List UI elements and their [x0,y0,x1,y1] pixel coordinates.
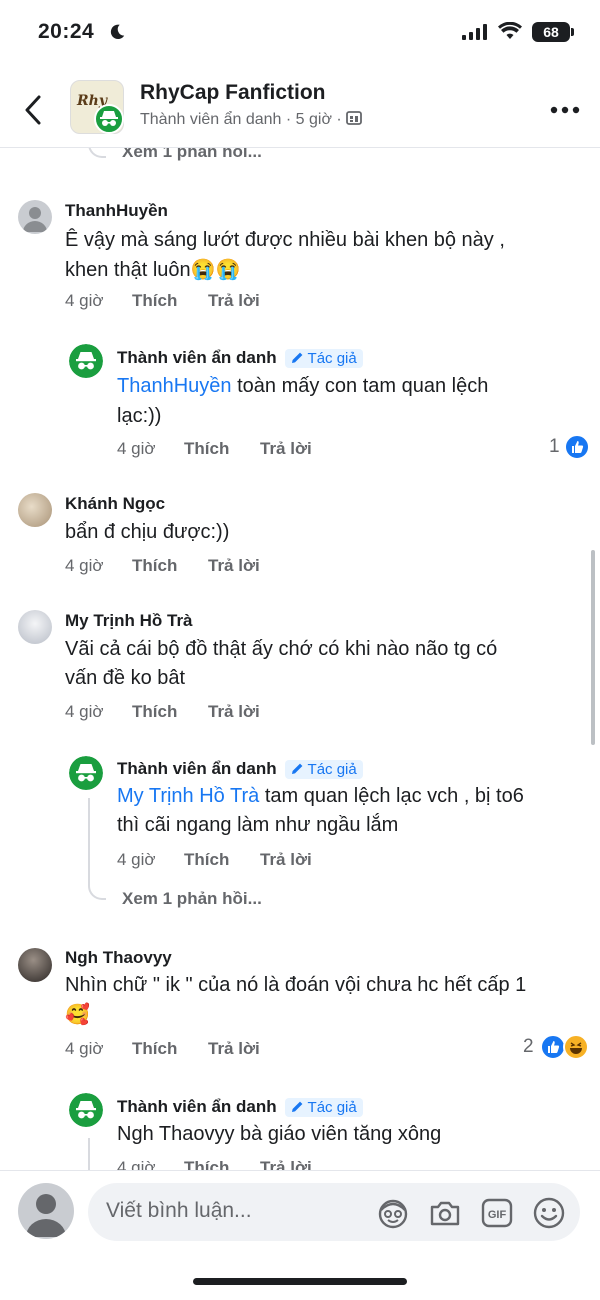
comment-time: 4 giờ [65,556,104,575]
reply-author[interactable]: Thành viên ẩn danh Tác giả [117,759,363,779]
default-avatar-icon [26,1194,66,1237]
like-button[interactable]: Thích [184,1158,260,1170]
reaction-count[interactable]: 1 [549,436,560,458]
comment-time: 4 giờ [117,850,156,869]
anonymous-member-icon [94,104,124,134]
reply-button[interactable]: Trả lời [208,556,260,576]
mention-link[interactable]: My Trịnh Hồ Trà [117,785,259,807]
back-arrow-icon[interactable] [22,94,44,126]
comments-list[interactable]: Xem 1 phản hồi... ThanhHuyền Ê vậy mà sá… [0,148,600,1170]
avatar[interactable] [18,493,52,527]
comment-text-line: Ê vậy mà sáng lướt được nhiều bài khen b… [65,229,505,251]
reply-actions: 4 giờ Thích Trả lời [117,439,312,459]
battery-indicator: 68 [532,22,574,42]
camera-icon[interactable] [428,1196,462,1230]
comment-text: bẩn đ chịu được:)) [65,521,230,543]
reply-author[interactable]: Thành viên ẩn danh Tác giả [117,1097,363,1117]
like-button[interactable]: Thích [184,439,260,459]
thread-line [88,1138,106,1170]
comment-time: 4 giờ [65,702,104,721]
comment-text-line: khen thật luôn😭😭 [65,259,241,281]
thread-line [88,798,106,900]
post-subtitle: Thành viên ẩn danh · 5 giờ · [140,111,363,129]
comment-time: 4 giờ [117,439,156,458]
view-more-replies[interactable]: Xem 1 phản hồi... [122,148,262,162]
avatar[interactable] [18,948,52,982]
my-avatar[interactable] [18,1183,74,1239]
emoji-icon[interactable] [532,1196,566,1230]
comment-text-line: Vãi cả cái bộ đồ thật ấy chớ có khi nào … [65,638,498,660]
reply-actions: 4 giờ Thích Trả lời [117,850,312,870]
mention-link[interactable]: ThanhHuyền [117,375,232,397]
avatar[interactable] [18,200,52,234]
status-time: 20:24 [38,20,95,43]
comment-actions: 4 giờ Thích Trả lời [65,291,260,311]
anonymous-member-icon[interactable] [69,344,103,378]
gif-icon[interactable]: GIF [480,1196,514,1230]
avatar-sticker-icon[interactable] [376,1196,410,1230]
reply-text-line: ThanhHuyền toàn mấy con tam quan lệch [117,375,489,397]
comment-time: 4 giờ [65,291,104,310]
signal-icon [462,24,487,40]
reply-button[interactable]: Trả lời [260,850,312,870]
comment-time: 4 giờ [65,1039,104,1058]
comment-author[interactable]: Khánh Ngọc [65,494,165,514]
author-badge: Tác giả [284,349,363,368]
author-badge: Tác giả [284,1098,363,1117]
anonymous-member-icon[interactable] [69,1093,103,1127]
like-button[interactable]: Thích [132,291,208,311]
more-options-icon[interactable] [550,106,580,114]
like-reaction-icon [564,434,590,460]
pencil-icon [291,763,303,774]
svg-text:GIF: GIF [488,1209,507,1221]
comment-time: 4 giờ [117,1158,156,1170]
reply-text-line: lạc:)) [117,405,162,427]
comment-actions: 4 giờ Thích Trả lời [65,1039,260,1059]
author-badge: Tác giả [284,760,363,779]
comment-actions: 4 giờ Thích Trả lời [65,556,260,576]
group-title[interactable]: RhyCap Fanfiction [140,81,326,105]
reply-text-line: My Trịnh Hồ Trà tam quan lệch lạc vch , … [117,785,524,807]
reply-button[interactable]: Trả lời [208,1039,260,1059]
home-indicator[interactable] [193,1278,407,1285]
reply-button[interactable]: Trả lời [260,439,312,459]
wifi-icon [498,22,522,39]
comment-author[interactable]: Ngh Thaovyy [65,948,172,968]
default-avatar-icon [23,207,47,232]
pencil-icon [291,352,303,363]
comment-text-line: 🥰 [65,1004,90,1026]
like-button[interactable]: Thích [184,850,260,870]
anonymous-member-icon[interactable] [69,756,103,790]
comment-actions: 4 giờ Thích Trả lời [65,702,260,722]
comment-author[interactable]: My Trịnh Hồ Trà [65,611,193,631]
thread-line [88,148,106,158]
like-button[interactable]: Thích [132,1039,208,1059]
reply-text-line: thì cãi ngang làm như ngầu lắm [117,814,399,836]
reply-actions: 4 giờ Thích Trả lời [117,1158,312,1170]
comment-text-line: Nhìn chữ " ik " của nó là đoán vội chưa … [65,974,527,996]
reply-button[interactable]: Trả lời [208,702,260,722]
view-more-replies[interactable]: Xem 1 phản hồi... [122,889,262,909]
haha-reaction-icon [563,1034,589,1060]
like-button[interactable]: Thích [132,702,208,722]
moon-icon [110,24,125,40]
comment-input-placeholder: Viết bình luận... [106,1199,252,1222]
reaction-count[interactable]: 2 [523,1036,534,1058]
scrollbar[interactable] [591,550,595,745]
group-privacy-icon [346,111,363,125]
comment-author[interactable]: ThanhHuyền [65,201,168,221]
like-button[interactable]: Thích [132,556,208,576]
reply-button[interactable]: Trả lời [260,1158,312,1170]
pencil-icon [291,1101,303,1112]
reply-text: Ngh Thaovyy bà giáo viên tăng xông [117,1123,442,1145]
reply-author[interactable]: Thành viên ẩn danh Tác giả [117,348,363,368]
avatar[interactable] [18,610,52,644]
reply-button[interactable]: Trả lời [208,291,260,311]
comment-text-line: vấn đề ko bât [65,667,186,689]
